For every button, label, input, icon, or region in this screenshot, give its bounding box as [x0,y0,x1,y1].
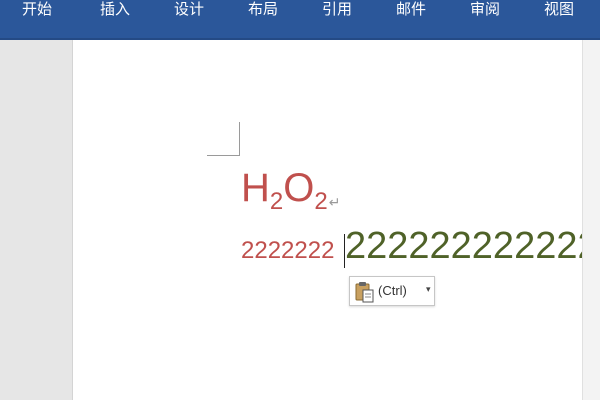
formula-h: H [241,166,270,210]
right-gutter [582,40,600,400]
document-page[interactable]: H2O2↵ 2222222 2222222222222 (Ctrl) ▾ [72,40,583,400]
clipboard-icon [355,282,374,303]
tab-design[interactable]: 设计 [174,0,204,22]
left-gutter [0,40,72,400]
tab-view[interactable]: 视图 [544,0,574,22]
tab-references[interactable]: 引用 [322,0,352,22]
green-pasted-text-run[interactable]: 2222222222222 [345,224,583,268]
tab-insert[interactable]: 插入 [100,0,130,22]
formula-o: O [283,166,315,210]
tab-review[interactable]: 审阅 [470,0,500,22]
paste-options-button[interactable]: (Ctrl) ▾ [349,276,435,306]
red-text-run[interactable]: 2222222 [241,236,334,266]
tab-home[interactable]: 开始 [22,0,52,22]
formula-subscript-1: 2 [269,188,284,215]
margin-corner-mark [239,122,240,156]
formula-subscript-2: 2 [314,188,328,215]
tab-mailings[interactable]: 邮件 [396,0,426,22]
paragraph-mark-icon: ↵ [328,194,341,210]
chevron-down-icon: ▾ [426,285,431,295]
formula-text[interactable]: H2O2↵ [241,164,340,220]
tab-layout[interactable]: 布局 [248,0,278,22]
ribbon-menu-bar: 开始 插入 设计 布局 引用 邮件 审阅 视图 [0,0,600,40]
margin-corner-mark-horizontal [207,155,240,156]
paste-options-label: (Ctrl) [378,283,407,298]
